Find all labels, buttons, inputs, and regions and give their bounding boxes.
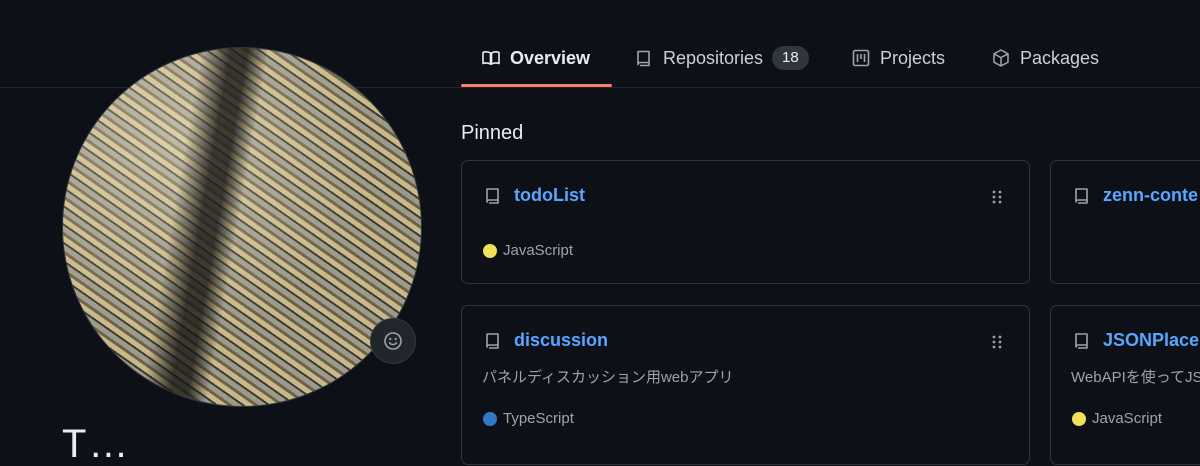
tab-label: Packages [1020, 47, 1100, 68]
tab-label: Overview [510, 47, 591, 68]
language-color-dot [483, 243, 497, 258]
pinned-heading: Pinned [461, 122, 524, 144]
tab-label: Projects [880, 47, 946, 68]
pinned-card: todoList JavaScript [461, 160, 1030, 284]
pinned-card: discussion パネルディスカッション用webアプリ TypeScript [461, 305, 1030, 465]
tab-overview[interactable]: Overview [481, 30, 590, 86]
repo-language: JavaScript [483, 242, 573, 259]
tab-packages[interactable]: Packages [991, 30, 1099, 86]
language-label: JavaScript [1092, 410, 1163, 427]
language-color-dot [483, 411, 497, 426]
language-label: JavaScript [503, 242, 574, 259]
pinned-card: JSONPlace WebAPIを使ってJS JavaScript [1050, 305, 1200, 465]
repo-icon [1075, 332, 1088, 349]
repo-icon [486, 332, 499, 349]
repo-name-link[interactable]: zenn-conte [1103, 185, 1198, 206]
tab-label: Repositories [663, 47, 764, 68]
repo-name-link[interactable]: JSONPlace [1103, 330, 1199, 351]
book-icon [482, 51, 500, 65]
repo-description: パネルディスカッション用webアプリ [482, 369, 734, 386]
repo-icon [486, 187, 499, 204]
language-color-dot [1072, 411, 1086, 426]
repositories-count-badge: 18 [772, 46, 809, 70]
repo-language: TypeScript [483, 410, 574, 427]
avatar[interactable] [62, 47, 422, 407]
pinned-card: zenn-conte [1050, 160, 1200, 284]
repo-icon [637, 50, 650, 67]
smiley-icon [384, 332, 402, 350]
repo-language: JavaScript [1072, 410, 1162, 427]
project-icon [852, 49, 870, 67]
selected-tab-underline [461, 84, 612, 87]
set-status-button[interactable] [370, 318, 416, 364]
drag-handle-icon[interactable] [991, 189, 1003, 205]
repo-description: WebAPIを使ってJS [1071, 369, 1200, 386]
tab-projects[interactable]: Projects [851, 30, 945, 86]
repo-name-link[interactable]: discussion [514, 330, 608, 351]
drag-handle-icon[interactable] [991, 334, 1003, 350]
package-icon [993, 49, 1009, 67]
tab-repositories[interactable]: Repositories 18 [634, 30, 809, 86]
profile-name: T… [62, 422, 131, 466]
language-label: TypeScript [503, 410, 574, 427]
repo-icon [1075, 187, 1088, 204]
repo-name-link[interactable]: todoList [514, 185, 585, 206]
